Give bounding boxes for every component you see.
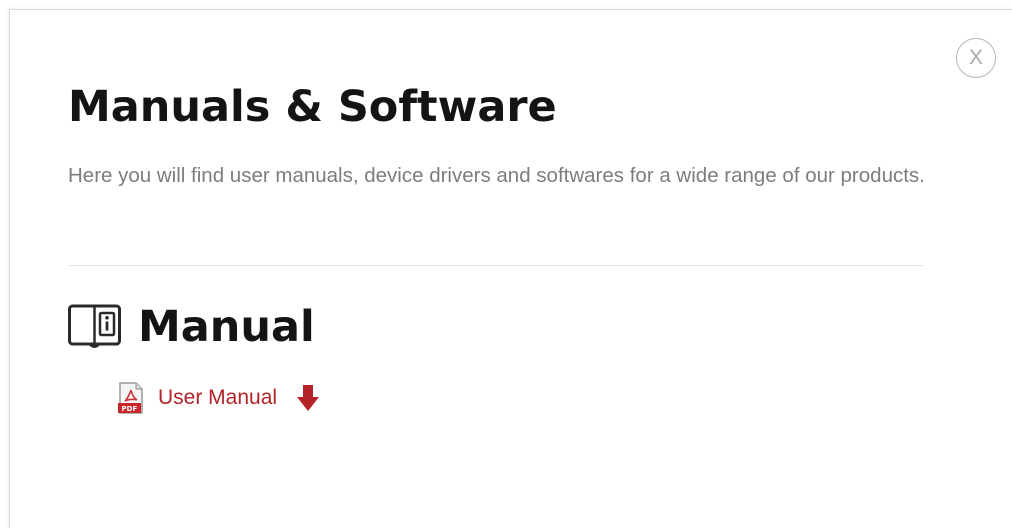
section-title-manual: Manual	[138, 302, 315, 352]
svg-text:PDF: PDF	[122, 405, 138, 413]
book-info-icon	[68, 304, 121, 348]
dialog-title: Manuals & Software	[68, 82, 557, 132]
download-arrow-icon	[297, 385, 320, 411]
dialog-description: Here you will find user manuals, device …	[68, 164, 925, 187]
close-button[interactable]: X	[956, 38, 996, 78]
section-divider	[68, 265, 924, 266]
manual-section-header: Manual	[68, 298, 315, 356]
close-icon: X	[968, 46, 983, 69]
user-manual-label: User Manual	[158, 386, 278, 409]
pdf-file-icon: PDF	[118, 382, 143, 414]
user-manual-link[interactable]: PDF User Manual	[117, 380, 320, 416]
